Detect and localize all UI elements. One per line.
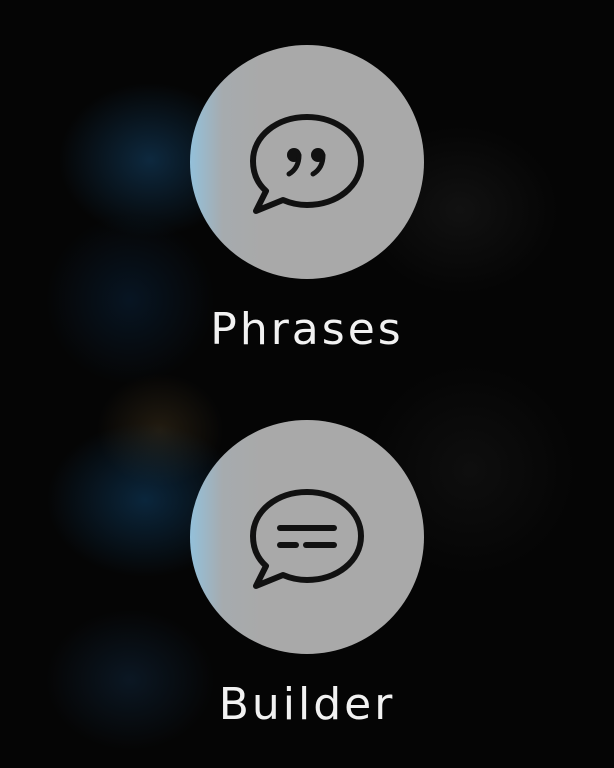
watch-screen: Phrases Builder bbox=[0, 0, 614, 768]
builder-button[interactable] bbox=[190, 420, 424, 654]
lines-speech-bubble-icon bbox=[240, 470, 374, 604]
phrases-button[interactable] bbox=[190, 45, 424, 279]
quote-speech-bubble-icon bbox=[240, 95, 374, 229]
builder-label: Builder bbox=[218, 679, 396, 730]
phrases-label: Phrases bbox=[210, 304, 404, 355]
